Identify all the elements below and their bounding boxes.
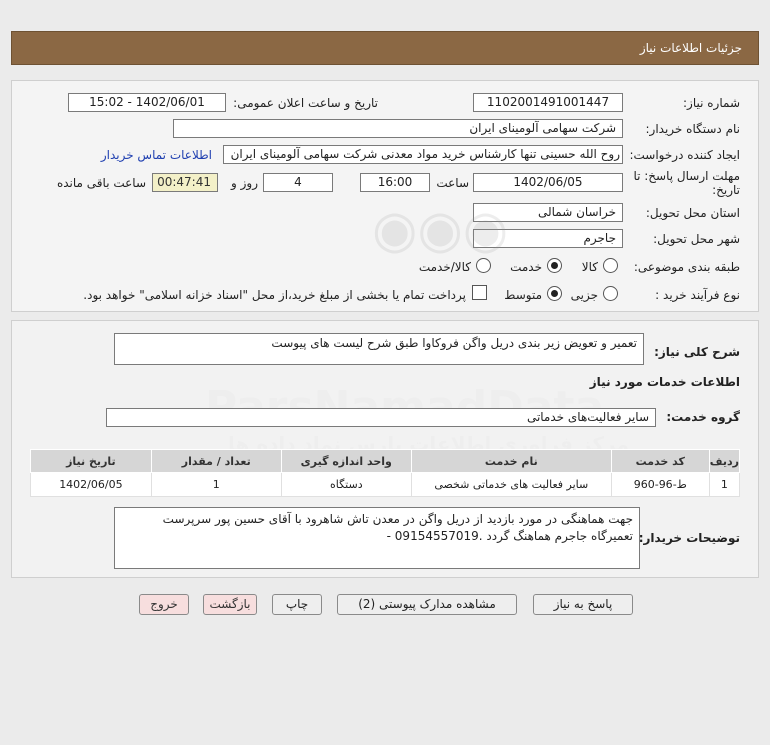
reply-button[interactable]: پاسخ به نیاز bbox=[533, 594, 633, 615]
services-table-header: ردیف کد خدمت نام خدمت واحد اندازه گیری ت… bbox=[30, 449, 741, 473]
summary-label: شرح کلی نیاز: bbox=[654, 345, 740, 359]
cell-service-name: سایر فعالیت های خدماتی شخصی bbox=[410, 472, 612, 497]
services-section-title: اطلاعات خدمات مورد نیاز bbox=[589, 375, 740, 389]
buyer-notes-label: توضیحات خریدار: bbox=[638, 531, 740, 545]
category-radio-goods[interactable] bbox=[603, 258, 618, 273]
col-row: ردیف bbox=[708, 449, 741, 473]
view-attachments-button[interactable]: مشاهده مدارک پیوستی (2) bbox=[337, 594, 517, 615]
cell-need-date: 1402/06/05 bbox=[30, 472, 152, 497]
service-group-label: گروه خدمت: bbox=[666, 410, 740, 424]
delivery-city-field: جاجرم bbox=[473, 229, 623, 248]
need-info-panel: شماره نیاز: 1102001491001447 تاریخ و ساع… bbox=[11, 80, 759, 312]
deadline-time-field: 16:00 bbox=[360, 173, 430, 192]
buyer-org-label: نام دستگاه خریدار: bbox=[645, 122, 741, 136]
buyer-notes-field: جهت هماهنگی در مورد بازدید از دریل واگن … bbox=[114, 507, 640, 569]
announce-datetime-field: 1402/06/01 - 15:02 bbox=[68, 93, 226, 112]
buyer-org-field: شرکت سهامی آلومینای ایران bbox=[173, 119, 623, 138]
treasury-payment-checkbox[interactable] bbox=[472, 285, 487, 300]
requester-field: روح الله حسینی تنها کارشناس خرید مواد مع… bbox=[223, 145, 623, 164]
cell-row: 1 bbox=[708, 472, 741, 497]
col-service-name: نام خدمت bbox=[410, 449, 612, 473]
back-button[interactable]: بازگشت bbox=[203, 594, 257, 615]
need-number-label: شماره نیاز: bbox=[683, 96, 740, 110]
delivery-province-field: خراسان شمالی bbox=[473, 203, 623, 222]
delivery-province-label: استان محل تحویل: bbox=[645, 206, 740, 220]
exit-button[interactable]: خروج bbox=[139, 594, 189, 615]
process-radio-medium[interactable] bbox=[547, 286, 562, 301]
deadline-label-line1: مهلت ارسال پاسخ: تا bbox=[633, 169, 740, 183]
col-need-date: تاریخ نیاز bbox=[30, 449, 152, 473]
process-option-medium: متوسط bbox=[504, 288, 542, 302]
need-number-field: 1102001491001447 bbox=[473, 93, 623, 112]
category-option-goods: کالا bbox=[581, 260, 598, 274]
deadline-days-field: 4 bbox=[263, 173, 333, 192]
delivery-city-label: شهر محل تحویل: bbox=[653, 232, 740, 246]
process-option-minor: جزیی bbox=[570, 288, 598, 302]
cell-service-code: ط-96-960 bbox=[610, 472, 710, 497]
deadline-days-label: روز و bbox=[231, 176, 258, 190]
remaining-time-field: 00:47:41 bbox=[152, 173, 218, 192]
category-radio-service[interactable] bbox=[547, 258, 562, 273]
category-radio-goods-service[interactable] bbox=[476, 258, 491, 273]
print-button[interactable]: چاپ bbox=[272, 594, 322, 615]
col-quantity: تعداد / مقدار bbox=[150, 449, 282, 473]
category-label: طبقه بندی موضوعی: bbox=[633, 260, 740, 274]
deadline-label: مهلت ارسال پاسخ: تا تاریخ: bbox=[633, 169, 740, 197]
buyer-contact-link[interactable]: اطلاعات تماس خریدار bbox=[101, 148, 212, 162]
page-title: جزئیات اطلاعات نیاز bbox=[639, 41, 742, 55]
process-type-label: نوع فرآیند خرید : bbox=[655, 288, 740, 302]
service-group-field: سایر فعالیت‌های خدماتی bbox=[106, 408, 656, 427]
summary-field: تعمیر و تعویض زیر بندی دریل واگن فروکاوا… bbox=[114, 333, 644, 365]
services-table: ردیف کد خدمت نام خدمت واحد اندازه گیری ت… bbox=[30, 449, 741, 497]
category-option-goods-service: کالا/خدمت bbox=[418, 260, 471, 274]
deadline-label-line2: تاریخ: bbox=[712, 183, 740, 197]
services-panel: شرح کلی نیاز: تعمیر و تعویض زیر بندی دری… bbox=[11, 320, 759, 578]
process-radio-minor[interactable] bbox=[603, 286, 618, 301]
deadline-time-label: ساعت bbox=[436, 176, 469, 190]
requester-label: ایجاد کننده درخواست: bbox=[629, 148, 740, 162]
col-service-code: کد خدمت bbox=[610, 449, 710, 473]
category-option-service: خدمت bbox=[510, 260, 542, 274]
table-row: 1 ط-96-960 سایر فعالیت های خدماتی شخصی د… bbox=[30, 472, 741, 497]
col-unit: واحد اندازه گیری bbox=[280, 449, 412, 473]
cell-quantity: 1 bbox=[150, 472, 282, 497]
remaining-time-label: ساعت باقی مانده bbox=[56, 176, 146, 190]
page-header: جزئیات اطلاعات نیاز bbox=[11, 31, 759, 65]
treasury-payment-note: پرداخت تمام یا بخشی از مبلغ خرید،از محل … bbox=[83, 288, 466, 302]
cell-unit: دستگاه bbox=[280, 472, 412, 497]
deadline-date-field: 1402/06/05 bbox=[473, 173, 623, 192]
announce-datetime-label: تاریخ و ساعت اعلان عمومی: bbox=[233, 96, 378, 110]
